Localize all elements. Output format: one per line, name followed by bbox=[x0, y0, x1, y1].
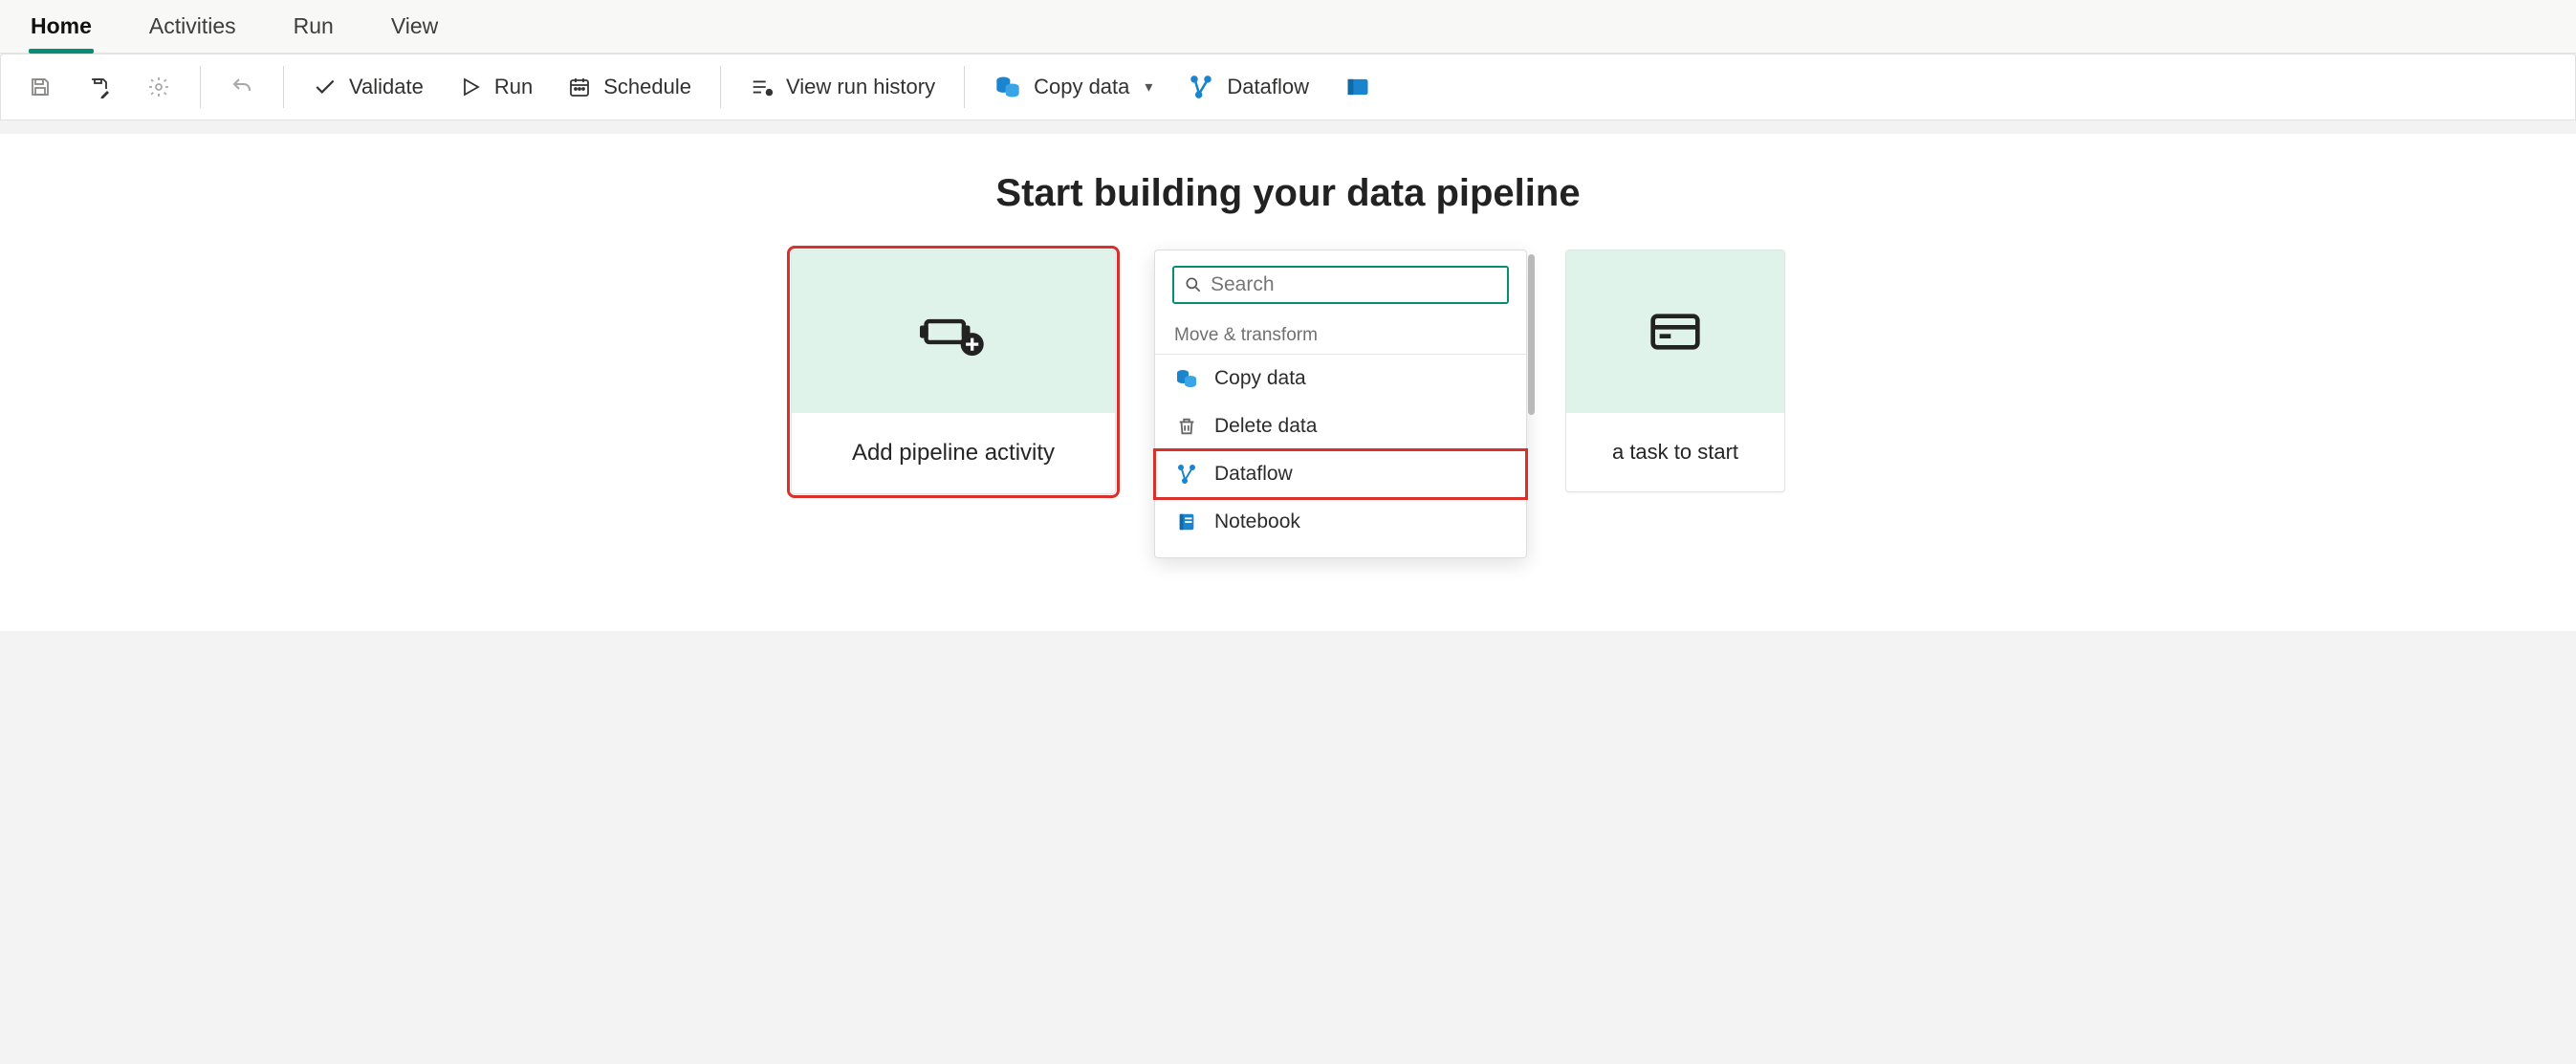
separator bbox=[283, 66, 284, 108]
tab-activities[interactable]: Activities bbox=[147, 10, 238, 53]
copy-data-label: Copy data bbox=[1034, 75, 1129, 99]
toolbar: Validate Run Schedule View run history C… bbox=[0, 54, 2576, 120]
item-label: Dataflow bbox=[1214, 463, 1293, 486]
separator bbox=[200, 66, 201, 108]
tab-run[interactable]: Run bbox=[292, 10, 336, 53]
dataflow-label: Dataflow bbox=[1227, 75, 1309, 99]
add-pipeline-activity-card[interactable]: Add pipeline activity bbox=[791, 250, 1116, 494]
run-label: Run bbox=[494, 75, 533, 99]
item-label: Copy data bbox=[1214, 367, 1306, 390]
validate-button[interactable]: Validate bbox=[295, 67, 441, 107]
activity-picker-popup: Move & transform Copy data Delete data D… bbox=[1154, 250, 1527, 558]
run-button[interactable]: Run bbox=[441, 67, 550, 107]
card-illustration bbox=[792, 250, 1115, 413]
undo-icon bbox=[229, 75, 254, 99]
activity-item-delete-data[interactable]: Delete data bbox=[1155, 402, 1526, 450]
activity-item-dataflow[interactable]: Dataflow bbox=[1155, 450, 1526, 498]
save-edit-icon bbox=[87, 75, 112, 99]
save-button[interactable] bbox=[11, 67, 70, 107]
search-icon bbox=[1184, 275, 1203, 294]
undo-button[interactable] bbox=[212, 67, 272, 107]
view-run-history-label: View run history bbox=[786, 75, 935, 99]
settings-button[interactable] bbox=[129, 67, 188, 107]
chevron-down-icon: ▾ bbox=[1145, 77, 1152, 97]
check-icon bbox=[313, 75, 338, 99]
choose-task-card[interactable]: a task to start bbox=[1565, 250, 1785, 492]
copy-data-button[interactable]: Copy data ▾ bbox=[976, 65, 1169, 109]
copy-data-icon bbox=[1174, 366, 1199, 391]
trash-icon bbox=[1174, 414, 1199, 439]
separator bbox=[720, 66, 721, 108]
view-run-history-button[interactable]: View run history bbox=[732, 67, 952, 107]
canvas-area: Start building your data pipeline Add pi… bbox=[0, 134, 2576, 631]
item-label: Notebook bbox=[1214, 510, 1300, 533]
save-as-button[interactable] bbox=[70, 67, 129, 107]
play-icon bbox=[458, 75, 483, 99]
copy-data-icon bbox=[993, 73, 1022, 101]
page-title: Start building your data pipeline bbox=[38, 172, 2538, 215]
validate-label: Validate bbox=[349, 75, 424, 99]
tab-home[interactable]: Home bbox=[29, 10, 94, 53]
activity-item-copy-data[interactable]: Copy data bbox=[1155, 355, 1526, 402]
more-activity-button[interactable] bbox=[1326, 65, 1376, 109]
dataflow-icon bbox=[1174, 462, 1199, 487]
notebook-icon bbox=[1174, 510, 1199, 534]
save-icon bbox=[28, 75, 53, 99]
calendar-icon bbox=[567, 75, 592, 99]
history-list-icon bbox=[750, 75, 775, 99]
card-label: a task to start bbox=[1566, 413, 1784, 491]
separator bbox=[964, 66, 965, 108]
activity-search-input[interactable] bbox=[1211, 273, 1497, 296]
group-label: Move & transform bbox=[1155, 310, 1526, 355]
item-label: Delete data bbox=[1214, 415, 1317, 438]
schedule-button[interactable]: Schedule bbox=[550, 67, 709, 107]
tab-view[interactable]: View bbox=[389, 10, 440, 53]
activity-block-icon bbox=[1343, 73, 1372, 101]
card-row: Add pipeline activity Move & transform C… bbox=[38, 250, 2538, 558]
card-illustration bbox=[1566, 250, 1784, 413]
schedule-label: Schedule bbox=[603, 75, 691, 99]
card-label: Add pipeline activity bbox=[792, 413, 1115, 493]
gear-icon bbox=[146, 75, 171, 99]
activity-search[interactable] bbox=[1172, 266, 1509, 304]
ribbon-tabs: Home Activities Run View bbox=[0, 0, 2576, 54]
dataflow-icon bbox=[1187, 73, 1215, 101]
activity-item-notebook[interactable]: Notebook bbox=[1155, 498, 1526, 546]
scrollbar[interactable] bbox=[1528, 254, 1535, 415]
dataflow-button[interactable]: Dataflow bbox=[1169, 65, 1326, 109]
